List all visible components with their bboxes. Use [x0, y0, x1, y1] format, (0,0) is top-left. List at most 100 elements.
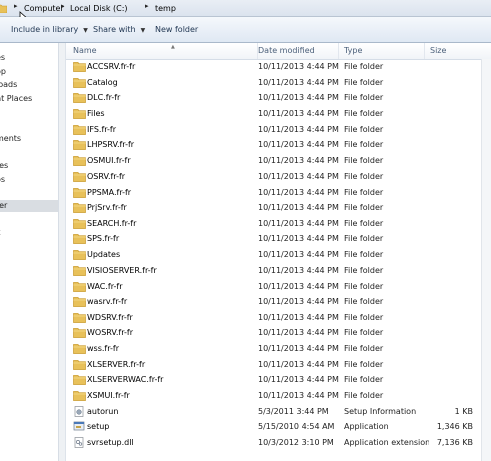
file-type: File folder — [344, 156, 384, 165]
file-type: File folder — [344, 203, 384, 212]
file-date-modified: 10/11/2013 4:44 PM — [258, 297, 339, 306]
file-row[interactable]: PrjSrv.fr-fr 10/11/2013 4:44 PM File folde… — [66, 200, 491, 215]
file-row[interactable]: LHPSRV.fr-fr 10/11/2013 4:44 PM File folde… — [66, 137, 491, 152]
file-row[interactable]: SEARCH.fr-fr 10/11/2013 4:44 PM File folde… — [66, 216, 491, 231]
file-type: Application — [344, 422, 389, 431]
setup-info-icon — [73, 406, 86, 417]
column-header-name[interactable]: Name — [66, 43, 258, 59]
file-row[interactable]: WAC.fr-fr 10/11/2013 4:44 PM File folder — [66, 279, 491, 294]
chevron-right-icon[interactable]: ▸ — [61, 2, 65, 10]
file-type: File folder — [344, 234, 384, 243]
file-row[interactable]: XLSERVER.fr-fr 10/11/2013 4:44 PM File fol… — [66, 357, 491, 372]
folder-icon — [73, 171, 86, 182]
application-icon — [73, 421, 86, 432]
file-row[interactable]: OSRV.fr-fr 10/11/2013 4:44 PM File folder — [66, 169, 491, 184]
folder-icon — [73, 92, 86, 103]
file-row[interactable]: ACCSRV.fr-fr 10/11/2013 4:44 PM File folde… — [66, 59, 491, 74]
file-name: LHPSRV.fr-fr — [87, 140, 135, 149]
file-date-modified: 10/11/2013 4:44 PM — [258, 313, 339, 322]
file-type: Application extension — [344, 438, 429, 447]
file-date-modified: 5/15/2010 4:54 AM — [258, 422, 335, 431]
file-type: File folder — [344, 313, 384, 322]
address-bar[interactable]: ▸ Computer ▸ Local Disk (C:) ▸ temp — [0, 0, 491, 27]
file-date-modified: 10/11/2013 4:44 PM — [258, 125, 339, 134]
file-type: File folder — [344, 391, 384, 400]
file-type: File folder — [344, 266, 384, 275]
file-date-modified: 10/11/2013 4:44 PM — [258, 62, 339, 71]
file-name: SPS.fr-fr — [87, 234, 120, 243]
column-header-size[interactable]: Size — [425, 43, 491, 59]
file-name: OSRV.fr-fr — [87, 172, 126, 181]
breadcrumb-temp[interactable]: temp — [155, 3, 176, 14]
file-name: WDSRV.fr-fr — [87, 313, 133, 322]
chevron-right-icon[interactable]: ▸ — [14, 2, 18, 10]
file-row[interactable]: DLC.fr-fr 10/11/2013 4:44 PM File folder — [66, 90, 491, 105]
folder-icon — [73, 249, 86, 260]
file-type: File folder — [344, 140, 384, 149]
share-with-button[interactable]: Share with ▼ — [93, 24, 145, 36]
column-header-type[interactable]: Type — [339, 43, 425, 59]
folder-icon — [73, 312, 86, 323]
file-date-modified: 10/11/2013 4:44 PM — [258, 328, 339, 337]
new-folder-button[interactable]: New folder — [155, 24, 198, 36]
file-row[interactable]: WOSRV.fr-fr 10/11/2013 4:44 PM File folder — [66, 325, 491, 340]
include-in-library-button[interactable]: Include in library ▼ — [11, 24, 88, 36]
column-header-date[interactable]: Date modified — [253, 43, 339, 59]
file-row[interactable]: XSMUI.fr-fr 10/11/2013 4:44 PM File folder — [66, 388, 491, 403]
file-row[interactable]: Catalog 10/11/2013 4:44 PM File folder — [66, 75, 491, 90]
file-row[interactable]: WDSRV.fr-fr 10/11/2013 4:44 PM File folder — [66, 310, 491, 325]
file-row[interactable]: SPS.fr-fr 10/11/2013 4:44 PM File folder — [66, 231, 491, 246]
file-name: wasrv.fr-fr — [87, 297, 128, 306]
file-row[interactable]: OSMUI.fr-fr 10/11/2013 4:44 PM File folder — [66, 153, 491, 168]
file-row[interactable]: IFS.fr-fr 10/11/2013 4:44 PM File folder — [66, 122, 491, 137]
file-row[interactable]: svrsetup.dll 10/3/2012 3:10 PM Application… — [66, 435, 491, 450]
command-bar: Include in library ▼ Share with ▼ New fold… — [0, 17, 491, 43]
file-type: File folder — [344, 328, 384, 337]
dropdown-arrow-icon: ▼ — [83, 27, 88, 34]
file-type: File folder — [344, 250, 384, 259]
nav-item-selected[interactable]: ter — [0, 200, 58, 212]
folder-icon — [73, 296, 86, 307]
dll-icon — [73, 437, 86, 448]
file-date-modified: 10/11/2013 4:44 PM — [258, 109, 339, 118]
file-date-modified: 10/11/2013 4:44 PM — [258, 344, 339, 353]
file-row[interactable]: VISIOSERVER.fr-fr 10/11/2013 4:44 PM File … — [66, 263, 491, 278]
file-row[interactable]: PPSMA.fr-fr 10/11/2013 4:44 PM File folder — [66, 185, 491, 200]
chevron-right-icon[interactable]: ▸ — [145, 2, 149, 10]
file-type: File folder — [344, 344, 384, 353]
file-name: OSMUI.fr-fr — [87, 156, 131, 165]
file-row[interactable]: Updates 10/11/2013 4:44 PM File folder — [66, 247, 491, 262]
folder-icon — [73, 61, 86, 72]
folder-icon — [73, 359, 86, 370]
file-name: PPSMA.fr-fr — [87, 188, 132, 197]
file-row[interactable]: autorun 5/3/2011 3:44 PM Setup Information… — [66, 404, 491, 419]
file-date-modified: 10/11/2013 4:44 PM — [258, 140, 339, 149]
file-type: File folder — [344, 282, 384, 291]
folder-icon — [73, 155, 86, 166]
file-type: File folder — [344, 375, 384, 384]
navigation-pane-scrollbar[interactable] — [59, 43, 66, 461]
folder-icon — [73, 218, 86, 229]
file-date-modified: 10/11/2013 4:44 PM — [258, 172, 339, 181]
file-name: Updates — [87, 250, 121, 259]
breadcrumb-local-disk[interactable]: Local Disk (C:) — [70, 3, 128, 14]
file-date-modified: 10/11/2013 4:44 PM — [258, 93, 339, 102]
column-header-row: ▲ Name Date modified Type Size — [66, 43, 491, 60]
file-row[interactable]: XLSERVERWAC.fr-fr 10/11/2013 4:44 PM File … — [66, 372, 491, 387]
file-row[interactable]: wasrv.fr-fr 10/11/2013 4:44 PM File folder — [66, 294, 491, 309]
file-name: svrsetup.dll — [87, 438, 134, 447]
folder-icon — [0, 4, 7, 13]
dropdown-arrow-icon: ▼ — [140, 27, 146, 34]
folder-icon — [73, 202, 86, 213]
vertical-scrollbar[interactable] — [481, 59, 491, 461]
file-name: VISIOSERVER.fr-fr — [87, 266, 157, 275]
file-name: wss.fr-fr — [87, 344, 120, 353]
file-name: DLC.fr-fr — [87, 93, 121, 102]
navigation-pane[interactable]: es op loads nt Places s ments res os ter… — [0, 43, 59, 461]
file-row[interactable]: wss.fr-fr 10/11/2013 4:44 PM File folder — [66, 341, 491, 356]
folder-icon — [73, 139, 86, 150]
file-row[interactable]: setup 5/15/2010 4:54 AM Application 1,346 K… — [66, 419, 491, 434]
file-date-modified: 10/11/2013 4:44 PM — [258, 375, 339, 384]
file-type: Setup Information — [344, 407, 417, 416]
file-row[interactable]: Files 10/11/2013 4:44 PM File folder — [66, 106, 491, 121]
